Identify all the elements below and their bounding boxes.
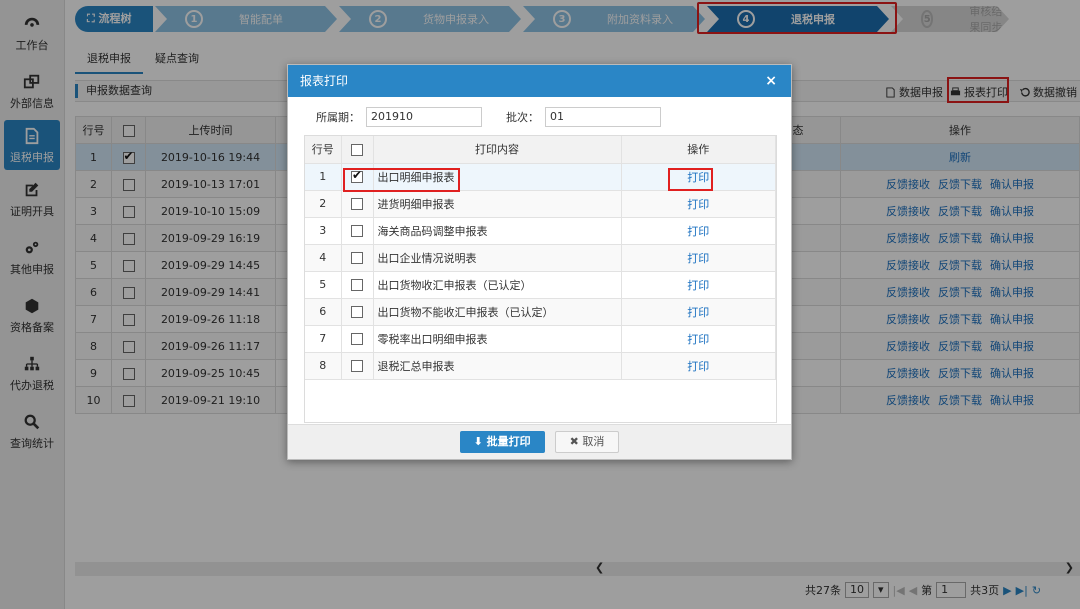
table-row[interactable]: 2 进货明细申报表 打印	[305, 190, 776, 218]
table-row[interactable]: 7 零税率出口明细申报表 打印	[305, 325, 776, 353]
col-select[interactable]	[341, 136, 374, 164]
print-link[interactable]: 打印	[687, 252, 709, 265]
print-content: 出口企业情况说明表	[373, 244, 622, 272]
row-checkbox[interactable]	[351, 333, 363, 345]
batch-print-button[interactable]: ⬇ 批量打印	[459, 431, 545, 453]
batch-label: 批次：	[506, 111, 539, 124]
row-checkbox[interactable]	[351, 306, 363, 318]
row-checkbox[interactable]	[351, 279, 363, 291]
row-select[interactable]	[341, 244, 374, 272]
table-row[interactable]: 6 出口货物不能收汇申报表（已认定） 打印	[305, 298, 776, 326]
print-content: 进货明细申报表	[373, 190, 622, 218]
row-no: 4	[305, 244, 342, 272]
row-ops: 打印	[621, 325, 776, 353]
row-select[interactable]	[341, 325, 374, 353]
row-select[interactable]	[341, 271, 374, 299]
row-checkbox[interactable]	[351, 360, 363, 372]
row-no: 1	[305, 163, 342, 191]
row-ops: 打印	[621, 298, 776, 326]
row-select[interactable]	[341, 352, 374, 380]
dialog-header: 报表打印 ×	[288, 65, 791, 97]
report-print-dialog: 报表打印 × 所属期： 201910 批次： 01 行号 打印内容 操作 1 出…	[287, 64, 792, 460]
period-input[interactable]: 201910	[366, 107, 482, 127]
row-no: 6	[305, 298, 342, 326]
print-content: 出口货物不能收汇申报表（已认定）	[373, 298, 622, 326]
close-icon[interactable]: ×	[765, 65, 777, 97]
cancel-button[interactable]: ✖ 取消	[554, 431, 620, 453]
print-link[interactable]: 打印	[687, 225, 709, 238]
row-no: 5	[305, 271, 342, 299]
select-all-checkbox[interactable]	[351, 143, 363, 156]
col-ops: 操作	[621, 136, 776, 164]
dialog-filter: 所属期： 201910 批次： 01	[316, 107, 661, 127]
row-no: 7	[305, 325, 342, 353]
print-content: 出口货物收汇申报表（已认定）	[373, 271, 622, 299]
table-row[interactable]: 8 退税汇总申报表 打印	[305, 352, 776, 380]
batch-input[interactable]: 01	[545, 107, 661, 127]
print-link[interactable]: 打印	[687, 198, 709, 211]
highlight-export-detail	[343, 168, 460, 192]
row-ops: 打印	[621, 217, 776, 245]
print-link[interactable]: 打印	[687, 306, 709, 319]
table-row[interactable]: 3 海关商品码调整申报表 打印	[305, 217, 776, 245]
row-checkbox[interactable]	[351, 252, 363, 264]
button-label: 取消	[582, 435, 605, 448]
row-select[interactable]	[341, 217, 374, 245]
row-checkbox[interactable]	[351, 225, 363, 237]
row-no: 2	[305, 190, 342, 218]
button-label: 批量打印	[486, 435, 531, 448]
highlight-print-link	[668, 168, 713, 191]
print-link[interactable]: 打印	[687, 333, 709, 346]
table-row[interactable]: 5 出口货物收汇申报表（已认定） 打印	[305, 271, 776, 299]
dialog-title: 报表打印	[300, 74, 349, 88]
row-ops: 打印	[621, 244, 776, 272]
row-ops: 打印	[621, 190, 776, 218]
row-ops: 打印	[621, 271, 776, 299]
row-ops: 打印	[621, 352, 776, 380]
print-content: 海关商品码调整申报表	[373, 217, 622, 245]
row-checkbox[interactable]	[351, 198, 363, 210]
row-select[interactable]	[341, 298, 374, 326]
print-content: 零税率出口明细申报表	[373, 325, 622, 353]
col-print-content: 打印内容	[373, 136, 622, 164]
dialog-footer: ⬇ 批量打印 ✖ 取消	[288, 424, 791, 459]
row-no: 8	[305, 352, 342, 380]
period-label: 所属期：	[316, 111, 360, 124]
row-select[interactable]	[341, 190, 374, 218]
print-link[interactable]: 打印	[687, 360, 709, 373]
table-row[interactable]: 4 出口企业情况说明表 打印	[305, 244, 776, 272]
print-content: 退税汇总申报表	[373, 352, 622, 380]
col-row-no: 行号	[305, 136, 342, 164]
print-link[interactable]: 打印	[687, 279, 709, 292]
row-no: 3	[305, 217, 342, 245]
